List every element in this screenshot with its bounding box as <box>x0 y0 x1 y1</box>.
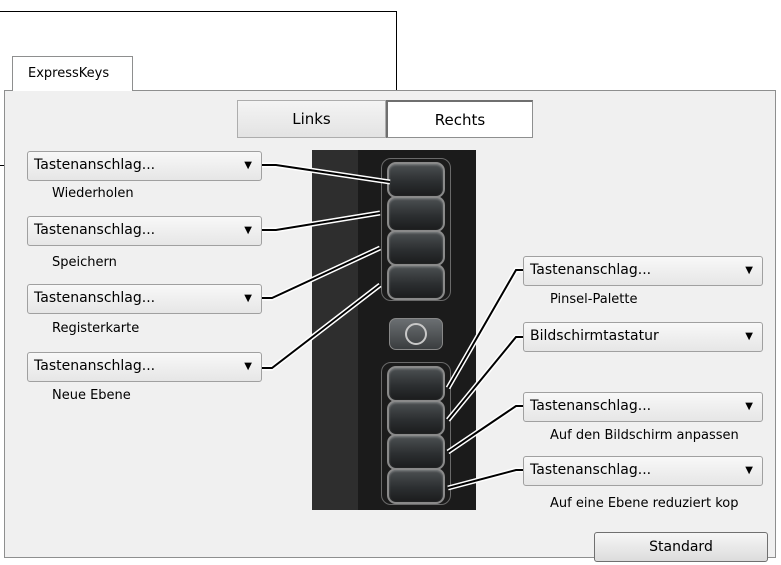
chevron-down-icon: ▼ <box>244 160 252 171</box>
right-key-2-value: Bildschirmtastatur <box>530 328 659 344</box>
left-key-3-value: Tastenanschlag... <box>34 290 156 306</box>
right-key-1-value: Tastenanschlag... <box>530 262 652 278</box>
left-key-1-dropdown[interactable]: Tastenanschlag... ▼ <box>27 151 262 181</box>
left-key-4-dropdown[interactable]: Tastenanschlag... ▼ <box>27 352 262 382</box>
right-key-1-label: Pinsel-Palette <box>550 292 638 307</box>
left-key-2-value: Tastenanschlag... <box>34 222 156 238</box>
right-key-4-label: Auf eine Ebene reduziert kop <box>550 496 739 511</box>
right-key-3-dropdown[interactable]: Tastenanschlag... ▼ <box>523 392 763 422</box>
right-key-2-dropdown[interactable]: Bildschirmtastatur ▼ <box>523 322 763 352</box>
left-key-1-label: Wiederholen <box>52 186 134 201</box>
right-key-4-value: Tastenanschlag... <box>530 462 652 478</box>
chevron-down-icon: ▼ <box>745 265 753 276</box>
standard-button[interactable]: Standard <box>594 532 768 562</box>
right-key-1-dropdown[interactable]: Tastenanschlag... ▼ <box>523 256 763 286</box>
chevron-down-icon: ▼ <box>244 293 252 304</box>
left-key-1-value: Tastenanschlag... <box>34 157 156 173</box>
left-key-4-label: Neue Ebene <box>52 388 131 403</box>
connector-lines-core <box>262 164 523 489</box>
chevron-down-icon: ▼ <box>745 401 753 412</box>
left-key-3-dropdown[interactable]: Tastenanschlag... ▼ <box>27 284 262 314</box>
left-key-2-dropdown[interactable]: Tastenanschlag... ▼ <box>27 216 262 246</box>
chevron-down-icon: ▼ <box>745 465 753 476</box>
chevron-down-icon: ▼ <box>244 225 252 236</box>
chevron-down-icon: ▼ <box>244 361 252 372</box>
left-key-4-value: Tastenanschlag... <box>34 358 156 374</box>
right-key-3-value: Tastenanschlag... <box>530 398 652 414</box>
left-key-2-label: Speichern <box>52 255 117 270</box>
standard-button-label: Standard <box>649 539 713 555</box>
right-key-4-dropdown[interactable]: Tastenanschlag... ▼ <box>523 456 763 486</box>
left-key-3-label: Registerkarte <box>52 321 140 336</box>
right-key-3-label: Auf den Bildschirm anpassen <box>550 428 739 443</box>
tab-expresskeys-label: ExpressKeys <box>28 66 110 81</box>
tab-expresskeys[interactable]: ExpressKeys <box>12 56 133 91</box>
chevron-down-icon: ▼ <box>745 331 753 342</box>
